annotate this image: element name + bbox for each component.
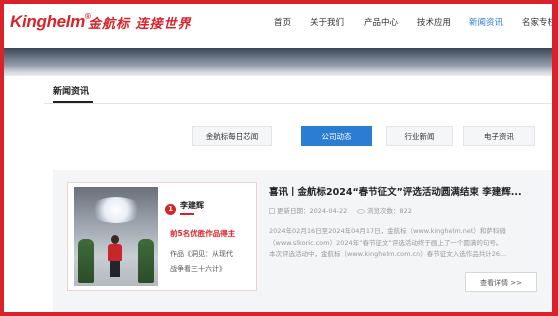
- tab-company-news[interactable]: 公司动态: [301, 126, 372, 146]
- section-divider: [44, 103, 552, 104]
- person-head: [111, 235, 119, 244]
- tab-electronics-news[interactable]: 电子资讯: [463, 126, 535, 146]
- view-details-button[interactable]: 查看详情 >>: [465, 272, 537, 292]
- tab-industry-news[interactable]: 行业新闻: [386, 126, 453, 146]
- site-header: Kinghelm® 金航标 连接世界 首页 关于我们 产品中心 技术应用 新闻资…: [4, 4, 552, 48]
- plant-right: [138, 239, 154, 283]
- hero-banner: [4, 48, 552, 76]
- view-count: 浏览次数：822: [357, 205, 412, 215]
- update-date-value: 2024-04-22: [309, 207, 348, 215]
- update-date-label: 更新日期：: [277, 207, 310, 215]
- view-count-label: 浏览次数：: [367, 207, 400, 215]
- person-legs: [110, 261, 120, 277]
- view-count-value: 822: [399, 207, 412, 215]
- article-title[interactable]: 喜讯丨金航标2024“春节征文”评选活动圆满结束 李建辉...: [269, 184, 549, 198]
- nav-tech[interactable]: 技术应用: [417, 16, 451, 28]
- eye-icon: [357, 208, 365, 214]
- plant-left: [78, 239, 94, 283]
- section-title: 新闻资讯: [53, 87, 90, 97]
- nav-experts[interactable]: 名家专栏: [522, 16, 552, 28]
- section-underline: [53, 101, 93, 103]
- nav-about[interactable]: 关于我们: [310, 16, 344, 28]
- browser-frame: Kinghelm® 金航标 连接世界 首页 关于我们 产品中心 技术应用 新闻资…: [0, 0, 558, 316]
- person-body: [108, 244, 122, 261]
- article-summary: 2024年02月16日至2024年04月17日，金航标（www.kinghelm…: [269, 226, 545, 261]
- logo-slogan: 金航标 连接世界: [88, 17, 192, 32]
- work-title-line1: 作品《洞见：从现代: [170, 250, 233, 258]
- logo[interactable]: Kinghelm®: [10, 12, 91, 32]
- work-title-line2: 战争看三十六计》: [170, 265, 226, 273]
- summary-line: 本次评选活动中，金航标（www.kinghelm.com.cn）春节征文入选作品…: [269, 250, 507, 258]
- calendar-icon: [269, 208, 275, 214]
- winner-name: 李建辉: [180, 201, 204, 210]
- chandelier-shape: [90, 197, 142, 223]
- tab-daily-news[interactable]: 金航标每日芯闻: [192, 126, 272, 146]
- winner-photo: [74, 187, 158, 286]
- award-text: 前5名优胜作品得主: [170, 229, 236, 238]
- nav-products[interactable]: 产品中心: [364, 16, 398, 28]
- winner-name-underline: [180, 213, 194, 215]
- update-date: 更新日期：2024-04-22: [269, 205, 347, 215]
- summary-line: （www.slkoric.com）2024年“春节征文”评选活动终于画上了一个圆…: [269, 238, 503, 247]
- person-figure: [108, 235, 122, 277]
- rank-badge: 1: [165, 204, 176, 215]
- nav-home[interactable]: 首页: [274, 16, 291, 28]
- summary-line: 2024年02月16日至2024年04月17日，金航标（www.kinghelm…: [269, 227, 506, 235]
- logo-text: Kinghelm: [10, 12, 86, 31]
- nav-news[interactable]: 新闻资讯: [469, 16, 503, 28]
